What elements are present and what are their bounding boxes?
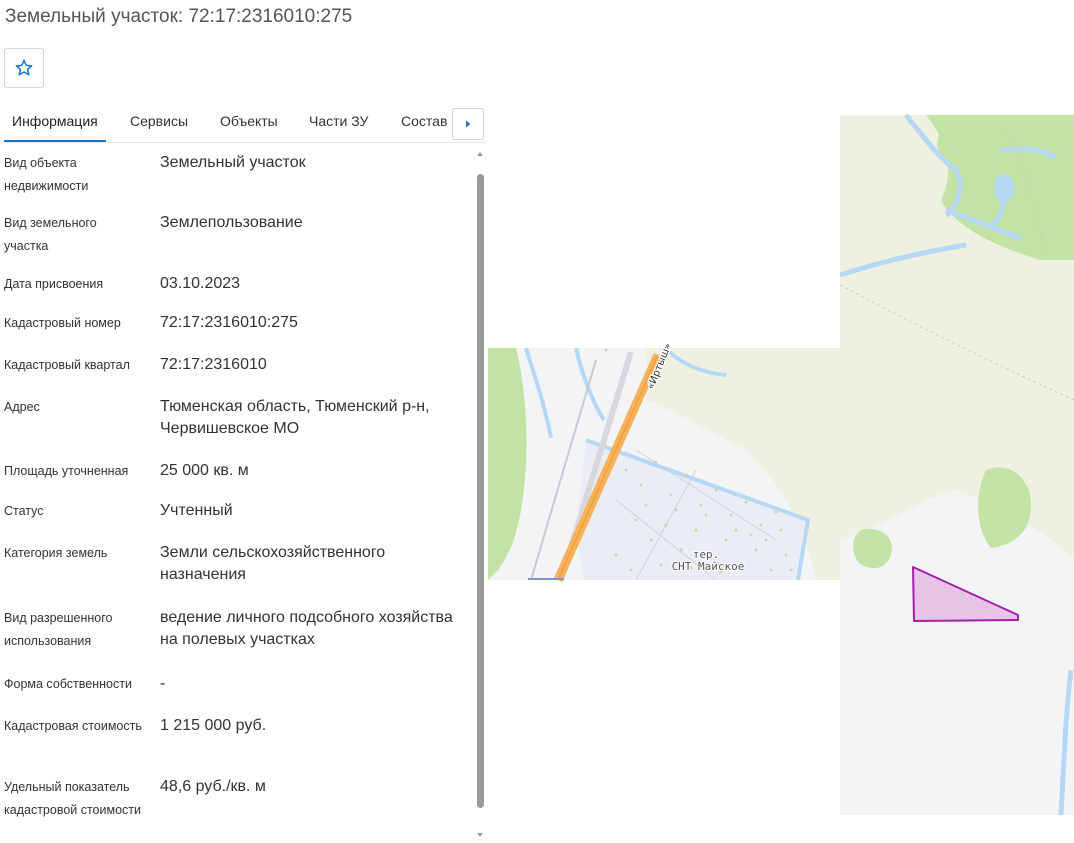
tab-parts[interactable]: Части ЗУ [309, 103, 368, 142]
map-canvas[interactable]: «Иртыш» тер. СНТ Майское [486, 110, 1074, 843]
property-value: 72:17:2316010:275 [160, 314, 298, 331]
property-value: 03.10.2023 [160, 275, 241, 292]
page-title: Земельный участок: 72:17:2316010:275 [5, 6, 353, 27]
tabs-scroll-right-button[interactable] [452, 108, 484, 140]
property-label: Площадь уточненная [4, 464, 129, 478]
map-tile-east [839, 113, 1074, 816]
property-value: Земельный участок [160, 154, 306, 171]
property-label: Удельный показатель кадастровой стоимост… [4, 780, 141, 817]
tab-objects[interactable]: Объекты [220, 103, 278, 142]
property-value: Земли сельскохозяйственного назначения [160, 544, 386, 583]
settlement-label-line2: СНТ Майское [672, 560, 745, 573]
caret-right-icon [466, 120, 471, 128]
property-label: Дата присвоения [4, 277, 104, 291]
scroll-down-arrow-icon[interactable] [474, 829, 486, 841]
favorite-button[interactable] [4, 48, 44, 88]
information-panel: Вид объекта недвижимости Земельный участ… [0, 145, 486, 843]
property-value: - [160, 675, 166, 692]
panel-scrollbar-thumb[interactable] [477, 174, 484, 808]
map-view[interactable]: «Иртыш» тер. СНТ Майское [486, 110, 1074, 843]
property-value: ведение личного подсобного хозяйства на … [160, 609, 453, 648]
map-tile-west: «Иртыш» тер. СНТ Майское [488, 340, 840, 582]
tab-services[interactable]: Сервисы [130, 103, 188, 142]
property-value: 72:17:2316010 [160, 356, 267, 373]
property-value: Учтенный [160, 502, 233, 519]
property-label: Кадастровая стоимость [4, 719, 142, 733]
tab-bar: Информация Сервисы Объекты Части ЗУ Сост… [0, 103, 486, 143]
property-label: Вид разрешенного использования [4, 611, 113, 648]
property-value: 25 000 кв. м [160, 462, 249, 479]
property-label: Форма собственности [4, 677, 132, 691]
property-value: Тюменская область, Тюменский р-н, Червиш… [160, 398, 430, 437]
property-label: Статус [4, 504, 44, 518]
property-value: Землепользование [160, 214, 303, 231]
property-value: 1 215 000 руб. [160, 717, 267, 734]
property-label: Кадастровый квартал [4, 358, 130, 372]
property-value: 48,6 руб./кв. м [160, 778, 266, 795]
property-label: Вид земельного участка [4, 216, 97, 253]
property-label: Категория земель [4, 546, 108, 560]
tab-information[interactable]: Информация [4, 103, 106, 142]
scroll-up-arrow-icon[interactable] [474, 148, 486, 160]
star-outline-icon [15, 59, 33, 76]
property-label: Кадастровый номер [4, 316, 121, 330]
tab-composition[interactable]: Состав [401, 103, 447, 142]
property-label: Адрес [4, 400, 40, 414]
property-label: Вид объекта недвижимости [4, 156, 89, 193]
